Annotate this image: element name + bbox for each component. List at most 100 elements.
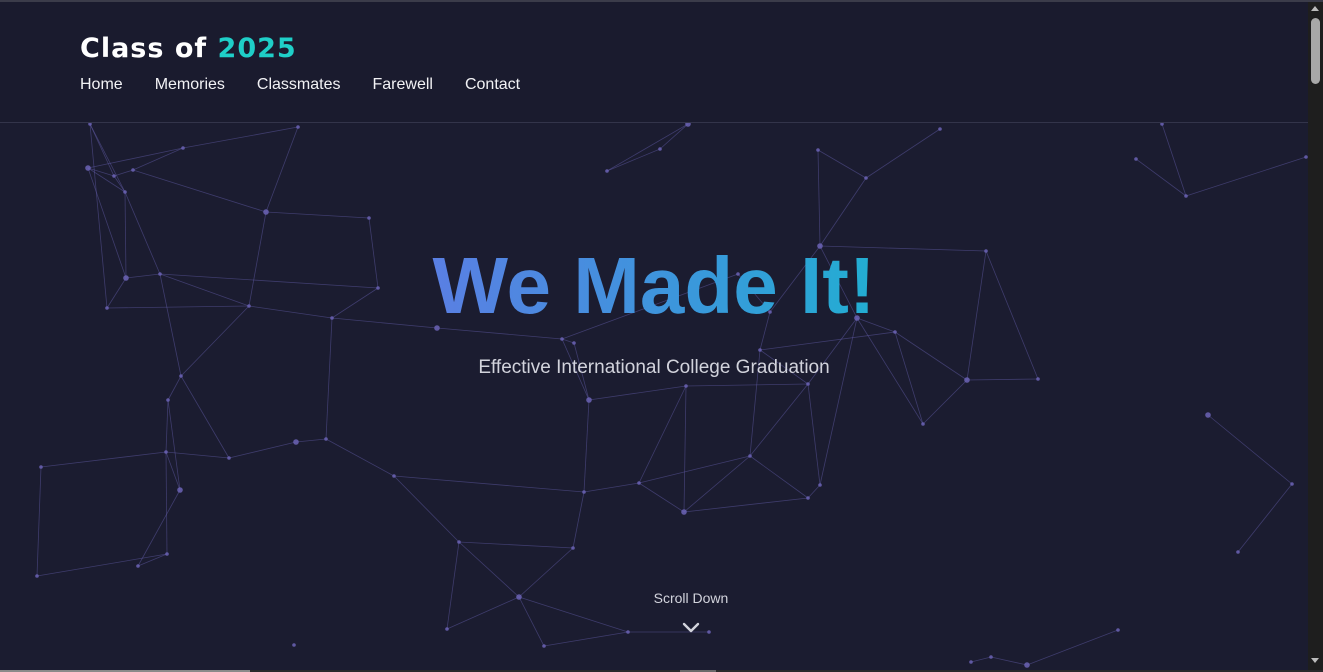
nav-farewell[interactable]: Farewell	[373, 75, 433, 95]
site-header: Class of 2025 Home Memories Classmates F…	[0, 2, 1308, 123]
network-node	[457, 540, 461, 544]
nav-memories[interactable]: Memories	[155, 75, 225, 95]
network-node	[806, 496, 810, 500]
nav-contact[interactable]: Contact	[465, 75, 520, 95]
network-node	[131, 168, 135, 172]
network-node	[571, 546, 575, 550]
network-node	[445, 627, 449, 631]
network-line	[393, 475, 460, 543]
logo-year: 2025	[217, 33, 297, 64]
site-logo[interactable]: Class of 2025	[80, 32, 297, 66]
network-node	[136, 564, 140, 568]
network-node	[177, 487, 183, 493]
network-line	[606, 148, 661, 172]
network-line	[393, 475, 585, 493]
scroll-down-arrow-icon[interactable]	[1311, 658, 1319, 663]
nav-home[interactable]: Home	[80, 75, 123, 95]
network-line	[36, 553, 168, 577]
network-line	[87, 167, 115, 177]
network-line	[167, 399, 181, 491]
network-node	[1205, 412, 1211, 418]
network-line	[165, 399, 169, 453]
network-line	[1185, 156, 1307, 197]
network-node	[542, 644, 546, 648]
hero-title: We Made It!	[0, 238, 1308, 334]
network-node	[989, 655, 993, 659]
network-node	[123, 190, 127, 194]
network-line	[807, 383, 821, 486]
network-node	[227, 456, 231, 460]
network-line	[583, 482, 640, 493]
chevron-down-icon[interactable]	[682, 622, 700, 634]
network-line	[659, 123, 689, 150]
network-node	[324, 437, 328, 441]
network-node	[293, 439, 299, 445]
network-line	[807, 484, 821, 499]
network-line	[583, 399, 590, 493]
network-node	[1024, 662, 1030, 668]
network-node	[39, 465, 43, 469]
network-line	[167, 375, 182, 401]
network-line	[817, 149, 867, 179]
network-line	[1237, 483, 1293, 553]
network-line	[749, 383, 809, 457]
network-line	[87, 167, 126, 193]
network-node	[166, 398, 170, 402]
network-node	[684, 384, 688, 388]
network-node	[164, 450, 168, 454]
network-line	[36, 466, 42, 577]
network-line	[265, 126, 299, 213]
network-node	[626, 630, 630, 634]
network-line	[40, 451, 167, 468]
network-node	[582, 490, 586, 494]
hero-subtitle: Effective International College Graduati…	[478, 357, 830, 378]
scroll-up-arrow-icon[interactable]	[1311, 6, 1319, 11]
network-line	[1135, 158, 1187, 197]
network-line	[137, 553, 168, 567]
network-node	[658, 147, 662, 151]
network-line	[819, 177, 867, 247]
network-node	[296, 125, 300, 129]
network-line	[132, 147, 184, 171]
network-line	[165, 451, 181, 491]
network-line	[137, 489, 181, 567]
network-node	[392, 474, 396, 478]
network-node	[572, 341, 576, 345]
network-node	[35, 574, 39, 578]
network-node	[263, 209, 269, 215]
network-node	[816, 148, 820, 152]
network-node	[367, 216, 371, 220]
network-line	[865, 128, 941, 179]
network-line	[1026, 629, 1119, 666]
network-line	[543, 631, 629, 647]
network-line	[228, 441, 297, 459]
network-node	[85, 165, 91, 171]
vertical-scroll-thumb[interactable]	[1311, 18, 1320, 84]
network-node	[758, 348, 762, 352]
page-viewport: Class of 2025 Home Memories Classmates F…	[0, 2, 1308, 670]
network-line	[1207, 414, 1293, 485]
network-line	[970, 656, 992, 663]
network-node	[1116, 628, 1120, 632]
main-nav: Home Memories Classmates Farewell Contac…	[80, 75, 520, 95]
nav-classmates[interactable]: Classmates	[257, 75, 341, 95]
network-node	[806, 382, 810, 386]
network-line	[683, 497, 809, 513]
scroll-down-label[interactable]: Scroll Down	[0, 590, 1308, 606]
network-node	[864, 176, 868, 180]
logo-prefix: Class of	[80, 33, 218, 64]
network-node	[1184, 194, 1188, 198]
network-line	[113, 169, 134, 177]
network-line	[685, 383, 809, 387]
network-line	[325, 438, 395, 477]
network-node	[921, 422, 925, 426]
network-node	[1290, 482, 1294, 486]
network-node	[181, 146, 185, 150]
network-node	[112, 174, 116, 178]
network-line	[638, 385, 687, 484]
network-line	[966, 378, 1039, 381]
vertical-scrollbar[interactable]	[1308, 2, 1323, 670]
network-line	[1161, 123, 1187, 197]
network-line	[165, 451, 168, 555]
network-line	[458, 541, 574, 549]
